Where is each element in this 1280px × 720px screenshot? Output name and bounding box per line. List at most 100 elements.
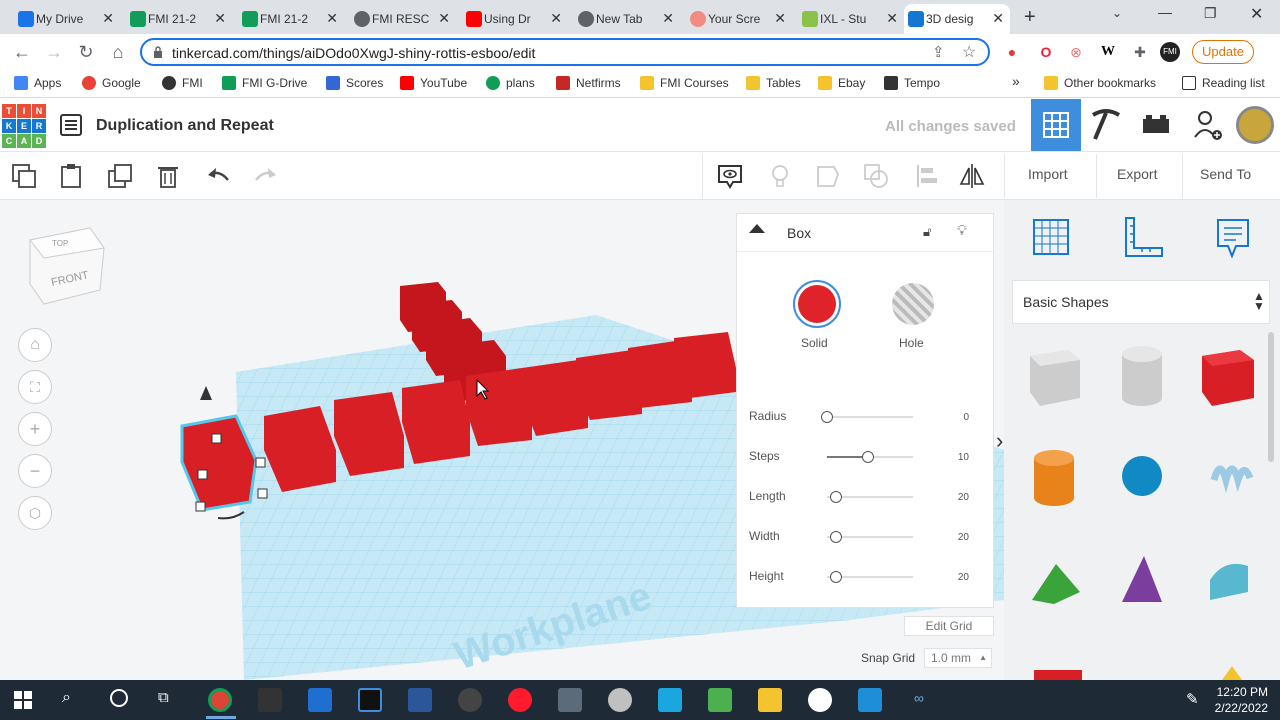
share-icon[interactable]: ⇪ — [932, 43, 945, 61]
new-tab-button[interactable]: + — [1024, 6, 1036, 29]
back-button[interactable]: ← — [10, 40, 34, 64]
width-value[interactable]: 20 — [958, 532, 969, 543]
solid-button[interactable] — [793, 280, 841, 328]
search-icon[interactable]: ⌕ — [62, 689, 71, 707]
radius-slider-knob[interactable] — [821, 411, 833, 423]
3d-view-button[interactable] — [1031, 99, 1081, 151]
width-slider-knob[interactable] — [830, 531, 842, 543]
radius-slider-track[interactable] — [827, 416, 913, 418]
lightbulb-icon[interactable] — [766, 162, 794, 190]
shape-category-select[interactable]: Basic Shapes ▲ ▼ — [1012, 280, 1270, 324]
group-icon[interactable] — [814, 162, 842, 190]
bookmark-apps[interactable]: Apps — [14, 76, 61, 90]
wikipedia-icon[interactable]: W — [1098, 42, 1118, 62]
profile-avatar[interactable]: FMI — [1160, 42, 1180, 62]
app-icon[interactable] — [708, 688, 732, 712]
duplicate-icon[interactable] — [106, 162, 134, 190]
bookmark-scores[interactable]: Scores — [326, 76, 383, 90]
roof-shape[interactable] — [1032, 564, 1080, 604]
collapse-panel-arrow[interactable]: › — [996, 428, 1003, 454]
import-button[interactable]: Import — [1028, 166, 1068, 182]
zoom-out-button[interactable]: − — [18, 454, 52, 488]
tab-youtube[interactable]: Using Dr ✕ — [462, 4, 568, 34]
bookmark-fmi[interactable]: FMI — [162, 76, 203, 90]
close-window-button[interactable]: ✕ — [1250, 4, 1263, 24]
bookmark-plans[interactable]: plans — [486, 76, 535, 90]
perspective-button[interactable]: ⬡ — [18, 496, 52, 530]
bookmark-netfirms[interactable]: Netfirms — [556, 76, 621, 90]
send-to-button[interactable]: Send To — [1200, 166, 1251, 182]
zoom-in-button[interactable]: + — [18, 412, 52, 446]
word-icon[interactable] — [408, 688, 432, 712]
close-icon[interactable]: ✕ — [214, 10, 226, 27]
tab-your-screen[interactable]: Your Scre ✕ — [686, 4, 792, 34]
round-roof-shape[interactable] — [1210, 563, 1248, 600]
home-button[interactable]: ⌂ — [106, 40, 130, 64]
cylinder-hole-shape[interactable] — [1122, 346, 1162, 406]
bookmark-google[interactable]: Google — [82, 76, 141, 90]
redo-icon[interactable] — [252, 162, 280, 190]
close-icon[interactable]: ✕ — [550, 10, 562, 27]
obs-icon[interactable] — [458, 688, 482, 712]
tab-my-drive[interactable]: My Drive ✕ — [14, 4, 120, 34]
tab-ixl[interactable]: IXL - Stu ✕ — [798, 4, 904, 34]
opera-taskbar-icon[interactable] — [508, 688, 532, 712]
view-cube[interactable]: TOP FRONT — [29, 227, 105, 305]
close-icon[interactable]: ✕ — [992, 10, 1004, 27]
close-icon[interactable]: ✕ — [774, 10, 786, 27]
lock-icon[interactable]: 🔓︎ — [923, 224, 931, 240]
ungroup-icon[interactable] — [862, 162, 890, 190]
paste-icon[interactable] — [57, 162, 85, 190]
user-avatar[interactable] — [1236, 106, 1274, 144]
box-shape[interactable] — [1202, 350, 1254, 406]
bookmark-star-icon[interactable]: ☆ — [962, 42, 976, 62]
collapse-triangle-icon[interactable] — [749, 224, 765, 233]
move-up-handle[interactable] — [200, 386, 212, 400]
design-title[interactable]: Duplication and Repeat — [96, 117, 274, 135]
app-icon[interactable]: ∞ — [914, 690, 924, 706]
address-bar[interactable]: tinkercad.com/things/aiDOdo0XwgJ-shiny-r… — [140, 38, 990, 66]
mirror-icon[interactable] — [958, 162, 986, 190]
bookmark-fmi-gdrive[interactable]: FMI G-Drive — [222, 76, 307, 90]
resize-handle[interactable] — [257, 488, 268, 499]
home-view-button[interactable]: ⌂ — [18, 328, 52, 362]
view-cube-top[interactable]: TOP — [52, 239, 68, 248]
other-bookmarks[interactable]: Other bookmarks — [1044, 76, 1156, 90]
scribble-shape[interactable] — [1210, 465, 1254, 494]
close-icon[interactable]: ✕ — [662, 10, 674, 27]
extension-icon[interactable]: ⊗ — [1066, 42, 1086, 62]
copy-icon[interactable] — [10, 162, 38, 190]
tab-3d-design[interactable]: 3D desig ✕ — [904, 4, 1010, 34]
workplane-grid-icon[interactable] — [1028, 214, 1074, 260]
close-icon[interactable]: ✕ — [326, 10, 338, 27]
minimize-button[interactable]: — — [1158, 4, 1172, 20]
fit-view-button[interactable]: ⛶ — [18, 370, 52, 404]
forward-button[interactable]: → — [42, 40, 66, 64]
update-button[interactable]: Update — [1192, 40, 1254, 64]
photos-icon[interactable] — [858, 688, 882, 712]
height-value[interactable]: 20 — [958, 572, 969, 583]
invite-user-button[interactable] — [1181, 99, 1231, 151]
bookmark-tempo[interactable]: Tempo — [884, 76, 940, 90]
box-hole-shape[interactable] — [1030, 350, 1080, 406]
vex-icon[interactable] — [358, 688, 382, 712]
file-explorer-icon[interactable] — [758, 688, 782, 712]
chrome-taskbar-icon[interactable] — [208, 688, 232, 712]
steps-value[interactable]: 10 — [958, 452, 969, 463]
text-shape[interactable] — [1034, 670, 1082, 680]
align-icon[interactable] — [914, 162, 942, 190]
ruler-icon[interactable] — [1120, 214, 1166, 260]
trash-icon[interactable] — [154, 162, 182, 190]
snap-grid-select[interactable]: 1.0 mm ▲ — [924, 648, 992, 668]
radius-value[interactable]: 0 — [963, 412, 969, 423]
itunes-icon[interactable] — [808, 688, 832, 712]
camera-icon[interactable] — [558, 688, 582, 712]
bookmark-tables[interactable]: Tables — [746, 76, 801, 90]
calculator-icon[interactable] — [308, 688, 332, 712]
lego-button[interactable] — [1131, 99, 1181, 151]
resize-handle[interactable] — [195, 501, 206, 512]
height-slider-knob[interactable] — [830, 571, 842, 583]
design-list-icon[interactable] — [60, 114, 82, 136]
task-view-icon[interactable]: ⧉ — [158, 689, 169, 706]
edit-grid-button[interactable]: Edit Grid — [904, 616, 994, 636]
